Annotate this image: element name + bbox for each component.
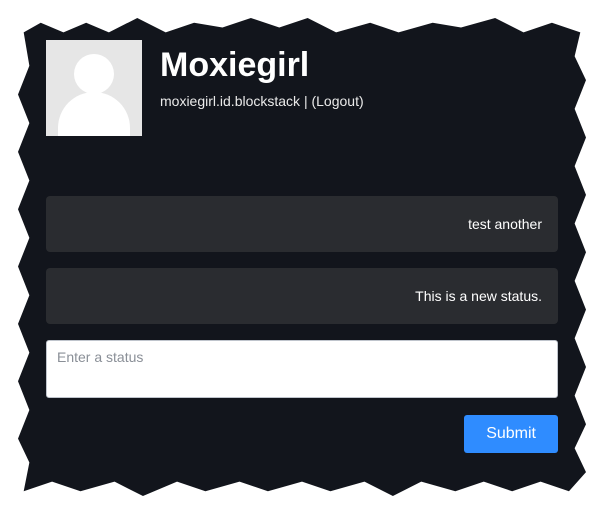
username: Moxiegirl (160, 46, 364, 85)
profile-header: Moxiegirl moxiegirl.id.blockstack | (Log… (46, 40, 558, 136)
avatar (46, 40, 142, 136)
submit-button[interactable]: Submit (464, 415, 558, 453)
app-panel: Moxiegirl moxiegirl.id.blockstack | (Log… (18, 18, 586, 496)
avatar-placeholder-icon (74, 54, 114, 94)
actions-row: Submit (46, 415, 558, 453)
user-block: Moxiegirl moxiegirl.id.blockstack | (Log… (160, 40, 364, 109)
status-list: test another This is a new status. Submi… (46, 196, 558, 453)
status-input[interactable] (46, 340, 558, 398)
status-item: This is a new status. (46, 268, 558, 324)
identity-line: moxiegirl.id.blockstack | (Logout) (160, 93, 364, 109)
logout-link[interactable]: (Logout) (311, 93, 363, 109)
identity-text: moxiegirl.id.blockstack (160, 93, 300, 109)
status-item: test another (46, 196, 558, 252)
